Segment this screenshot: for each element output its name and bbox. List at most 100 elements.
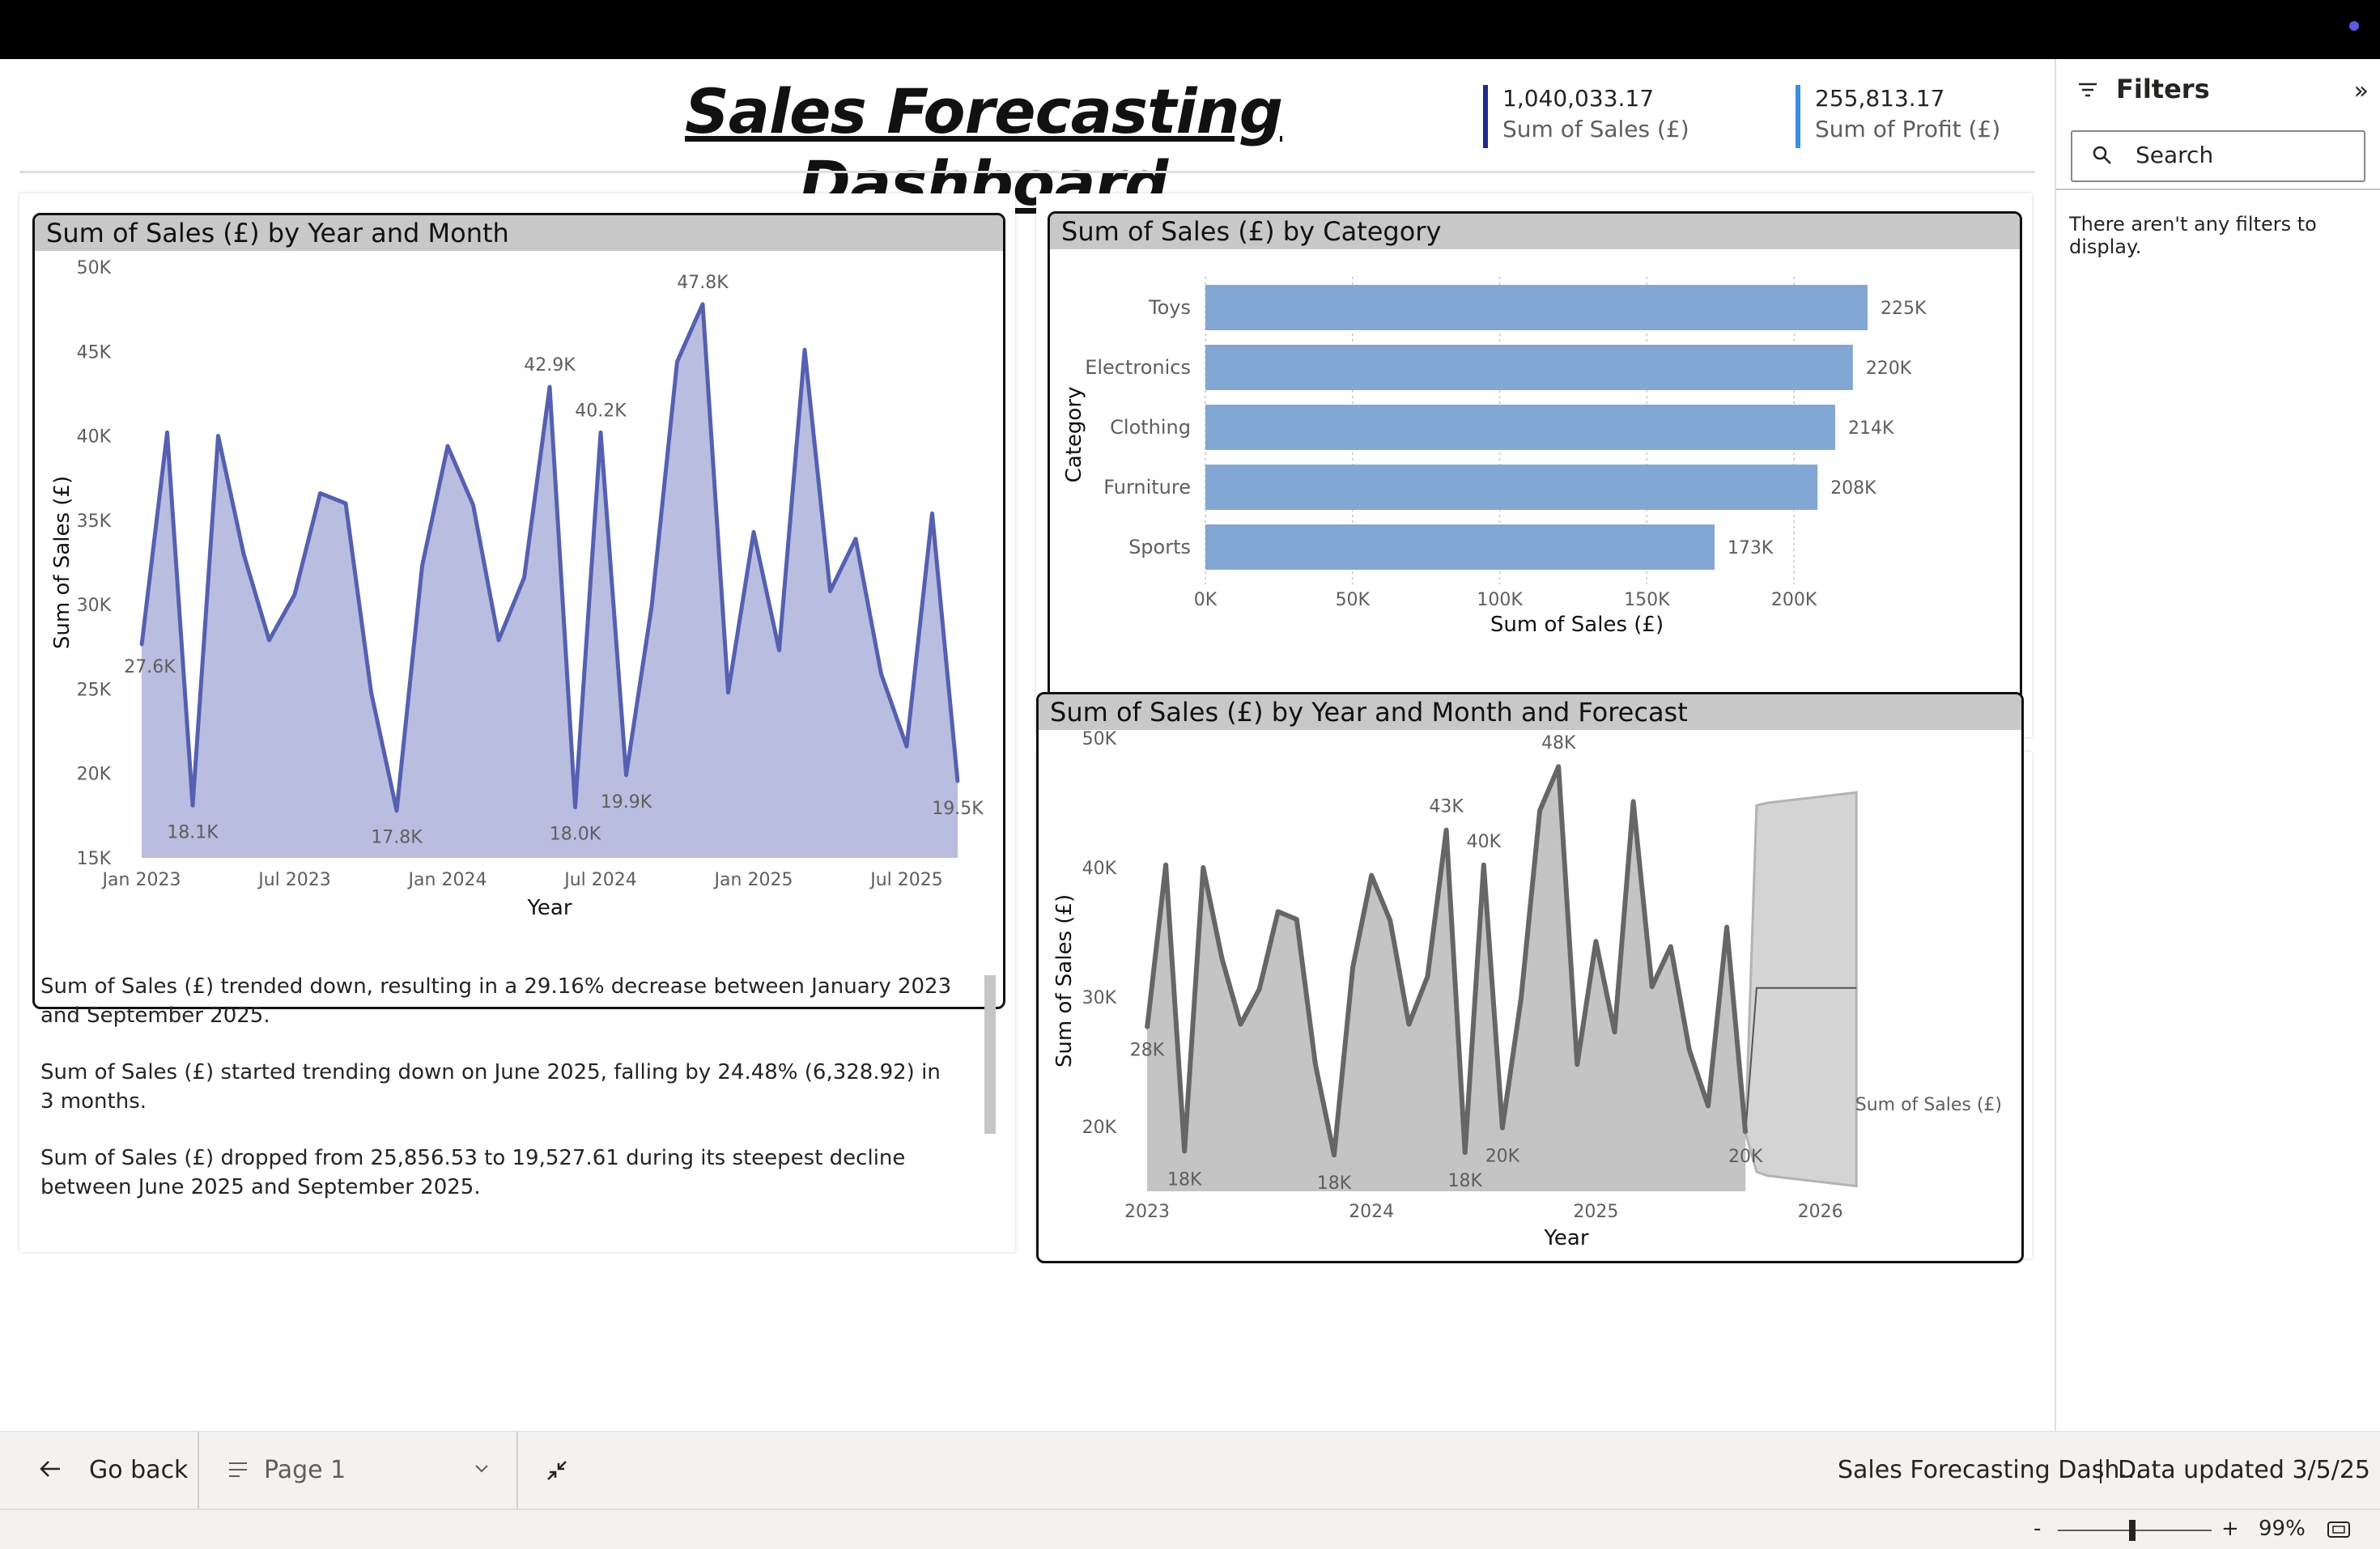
fit-screen-icon[interactable] [2327,1520,2351,1539]
x-axis-title: Year [1543,1226,1588,1250]
data-point [1314,1063,1317,1066]
narrative-scrollbar[interactable] [984,975,996,1134]
kpi-card-profit[interactable]: 255,813.17 Sum of Profit (£) [1796,83,2000,148]
data-point [727,691,729,694]
zoom-in-button[interactable]: + [2221,1517,2239,1541]
data-point [803,348,806,351]
filter-icon [2079,83,2097,97]
data-label: 18.0K [550,824,601,844]
chart-title: Sum of Sales (£) by Year and Month [35,215,1003,251]
chart-title: Sum of Sales (£) by Category [1050,214,2020,249]
kpi-value: 255,813.17 [1815,85,1945,112]
fit-to-page-button[interactable] [518,1432,599,1509]
data-label: 48K [1541,733,1576,753]
data-point [548,385,551,388]
data-point [1277,910,1280,913]
category-label: Clothing [1110,416,1191,439]
data-point [574,805,576,808]
x-tick-label: Jul 2023 [257,870,331,890]
x-tick-label: Jan 2025 [713,870,793,890]
bar [1205,405,1836,450]
data-point [523,576,525,579]
data-point [1575,1063,1579,1066]
kpi-value: 1,040,033.17 [1502,85,1655,112]
category-label: Toys [1148,296,1191,319]
data-point [1613,1030,1616,1033]
data-point [625,774,627,777]
data-label: 20K [1485,1147,1520,1167]
data-point [344,502,347,505]
data-point [1145,1026,1149,1029]
footer-separator [2100,1459,2102,1483]
data-point [905,745,908,748]
zoom-slider-handle[interactable] [2129,1520,2136,1541]
y-tick-label: 15K [77,849,112,869]
data-point [701,303,704,306]
filters-divider [2056,189,2380,190]
bar [1205,285,1868,330]
data-point [1651,985,1654,988]
kpi-label: Sum of Sales (£) [1502,116,1689,142]
zoom-out-button[interactable]: - [2034,1517,2041,1541]
data-point [956,780,959,783]
x-tick-label: 2025 [1573,1202,1618,1222]
data-label: 27.6K [124,657,176,677]
x-tick-label: Jul 2025 [869,870,943,890]
x-tick-label: Jan 2023 [101,870,181,890]
data-label: 214K [1848,418,1894,439]
data-point [1538,809,1541,813]
data-label: 208K [1830,478,1876,499]
x-tick-label: 50K [1336,590,1371,610]
filters-search-input[interactable]: Search [2071,130,2365,182]
data-point [1201,866,1205,869]
data-point [1501,1127,1504,1130]
filters-pane: Filters » Search There aren't any filter… [2055,59,2380,1431]
data-point [1258,987,1261,991]
data-point [395,809,398,813]
bar-chart-visual[interactable]: Sum of Sales (£) by Category 0K 50K 100K 15… [1048,211,2022,726]
report-name[interactable]: Sales Forecasting Dash... [1838,1456,2143,1484]
data-point [1464,1151,1467,1154]
data-point [1295,918,1298,921]
x-tick-label: 200K [1771,590,1817,610]
bar-chart: 0K 50K 100K 150K 200K Toys 225K Electronics 220K… [1062,277,1927,637]
bar [1205,524,1715,570]
narrative-paragraph: Sum of Sales (£) started trending down o… [40,1060,941,1114]
data-point [880,673,882,676]
zoom-level: 99% [2259,1517,2306,1541]
kpi-accent-bar [1796,85,1800,148]
y-axis-title: Sum of Sales (£) [50,476,74,649]
data-point [1706,1104,1710,1107]
kpi-card-sales[interactable]: 1,040,033.17 Sum of Sales (£) [1483,83,1689,148]
no-filters-message: There aren't any filters to display. [2069,213,2317,258]
kpi-label: Sum of Profit (£) [1815,116,2001,142]
data-point [421,564,423,567]
x-tick-label: Jan 2024 [407,870,487,890]
data-point [1388,919,1392,923]
y-tick-label: 40K [77,427,112,448]
y-tick-label: 40K [1082,859,1117,879]
filters-title: Filters [2116,74,2210,104]
narrative-paragraph: Sum of Sales (£) trended down, resulting… [40,974,952,1028]
data-point [319,491,321,494]
line-chart-visual[interactable]: Sum of Sales (£) by Year and Month 15K 20… [32,213,1005,1009]
data-point [1239,1023,1242,1026]
go-back-button[interactable]: Go back [0,1432,198,1509]
narrative-paragraph: Sum of Sales (£) dropped from 25,856.53 … [40,1146,906,1199]
category-label: Electronics [1085,356,1191,379]
y-tick-label: 20K [1082,1118,1117,1138]
forecast-chart-visual[interactable]: Sum of Sales (£) by Year and Month and F… [1036,692,2024,1263]
data-point [242,553,245,556]
data-label: 173K [1728,538,1774,558]
chevron-down-icon [475,1465,488,1473]
x-tick-label: 150K [1624,590,1670,610]
collapse-filters-icon[interactable]: » [2354,77,2369,105]
data-point [1445,829,1448,832]
data-label: 40K [1467,832,1502,852]
y-tick-label: 50K [77,258,112,278]
smart-narrative: Sum of Sales (£) trended down, resulting… [40,972,955,1224]
data-point [931,512,933,516]
y-axis-title: Category [1062,387,1086,483]
data-label: 19.5K [932,799,984,819]
page-selector[interactable]: Page 1 [199,1432,516,1509]
